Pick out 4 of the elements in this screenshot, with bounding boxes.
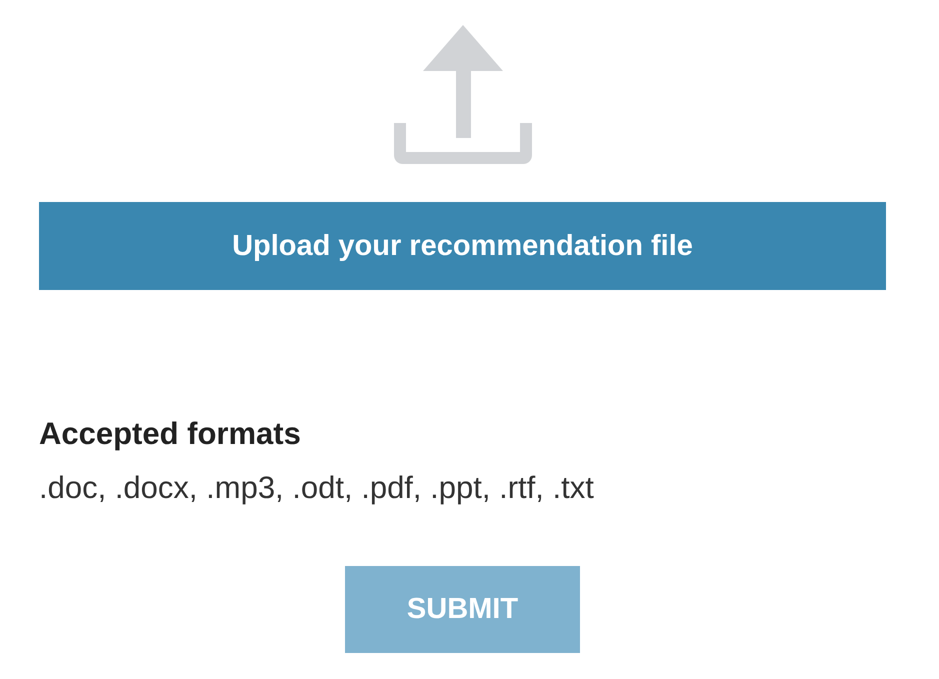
upload-icon bbox=[394, 25, 532, 164]
formats-list: .doc, .docx, .mp3, .odt, .pdf, .ppt, .rtf, .txt bbox=[39, 468, 886, 508]
formats-heading: Accepted formats bbox=[39, 415, 302, 453]
upload-button[interactable]: Upload your recommendation file bbox=[39, 202, 886, 290]
